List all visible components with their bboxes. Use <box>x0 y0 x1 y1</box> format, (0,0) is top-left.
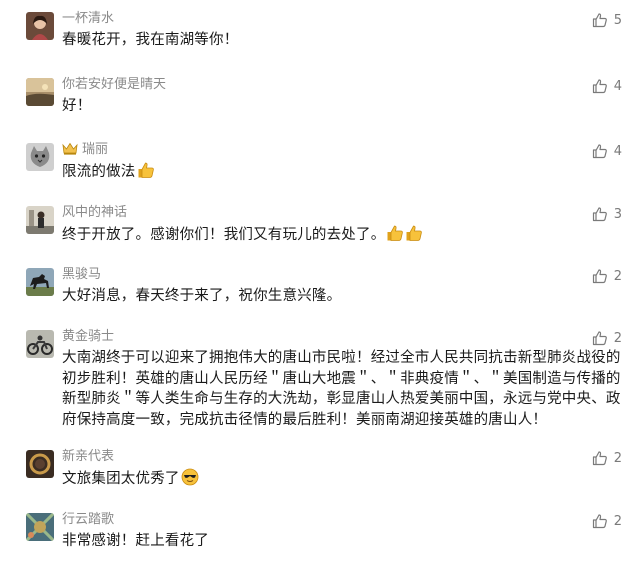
thumbs-up-emoji-icon <box>138 162 154 178</box>
like-button[interactable]: 4 <box>592 78 622 94</box>
like-button[interactable]: 2 <box>592 513 622 529</box>
avatar[interactable] <box>26 12 54 40</box>
like-button[interactable]: 2 <box>592 330 622 346</box>
comment-text-body: 限流的做法 <box>62 164 136 180</box>
thumbs-up-icon <box>592 144 607 159</box>
like-count: 4 <box>613 78 622 94</box>
like-button[interactable]: 2 <box>592 450 622 466</box>
comment-username[interactable]: 黑骏马 <box>62 266 101 284</box>
comment-username[interactable]: 黄金骑士 <box>62 328 114 346</box>
thumbs-up-icon <box>592 514 607 529</box>
comment-text-body: 终于开放了。感谢你们！我们又有玩儿的去处了。 <box>62 227 386 243</box>
comment-text: 好！ <box>62 98 92 114</box>
like-count: 5 <box>613 12 622 28</box>
comment-username[interactable]: 新亲代表 <box>62 448 114 466</box>
like-count: 2 <box>613 330 622 346</box>
crown-icon <box>62 142 78 155</box>
thumbs-up-icon <box>592 269 607 284</box>
thumbs-up-icon <box>592 331 607 346</box>
thumbs-up-icon <box>592 79 607 94</box>
like-count: 2 <box>613 268 622 284</box>
avatar[interactable] <box>26 330 54 358</box>
like-count: 4 <box>613 143 622 159</box>
comment-text: 大南湖终于可以迎来了拥抱伟大的唐山市民啦！经过全市人民共同抗击新型肺炎战役的初步… <box>62 350 621 428</box>
avatar[interactable] <box>26 268 54 296</box>
comment-text: 限流的做法 <box>62 161 622 183</box>
avatar[interactable] <box>26 513 54 541</box>
like-button[interactable]: 4 <box>592 143 622 159</box>
like-button[interactable]: 3 <box>592 206 622 222</box>
comment-text: 非常感谢！赶上看花了 <box>62 533 209 549</box>
avatar[interactable] <box>26 78 54 106</box>
like-count: 2 <box>613 513 622 529</box>
comment-username[interactable]: 一杯清水 <box>62 10 114 28</box>
sunglasses-face-emoji-icon <box>181 468 199 486</box>
avatar[interactable] <box>26 450 54 478</box>
username-label: 瑞丽 <box>82 142 109 157</box>
like-button[interactable]: 2 <box>592 268 622 284</box>
avatar[interactable] <box>26 206 54 234</box>
like-button[interactable]: 5 <box>592 12 622 28</box>
comment-text: 终于开放了。感谢你们！我们又有玩儿的去处了。 <box>62 224 622 246</box>
comment-text: 春暖花开，我在南湖等你！ <box>62 32 239 48</box>
like-count: 3 <box>613 206 622 222</box>
thumbs-up-emoji-icon <box>387 225 404 241</box>
avatar[interactable] <box>26 143 54 171</box>
thumbs-up-icon <box>592 451 607 466</box>
comment-text-body: 文旅集团太优秀了 <box>62 471 180 487</box>
comment-text: 大好消息，春天终于来了，祝你生意兴隆。 <box>62 288 342 304</box>
comment-username[interactable]: 行云踏歌 <box>62 511 114 529</box>
thumbs-up-icon <box>592 13 607 28</box>
like-count: 2 <box>613 450 622 466</box>
comment-username[interactable]: 你若安好便是晴天 <box>62 76 166 94</box>
thumbs-up-emoji-icon <box>406 225 423 241</box>
comment-text: 文旅集团太优秀了 <box>62 468 622 490</box>
thumbs-up-icon <box>592 207 607 222</box>
comment-username[interactable]: 瑞丽 <box>62 141 108 159</box>
comment-username[interactable]: 风中的神话 <box>62 204 127 222</box>
